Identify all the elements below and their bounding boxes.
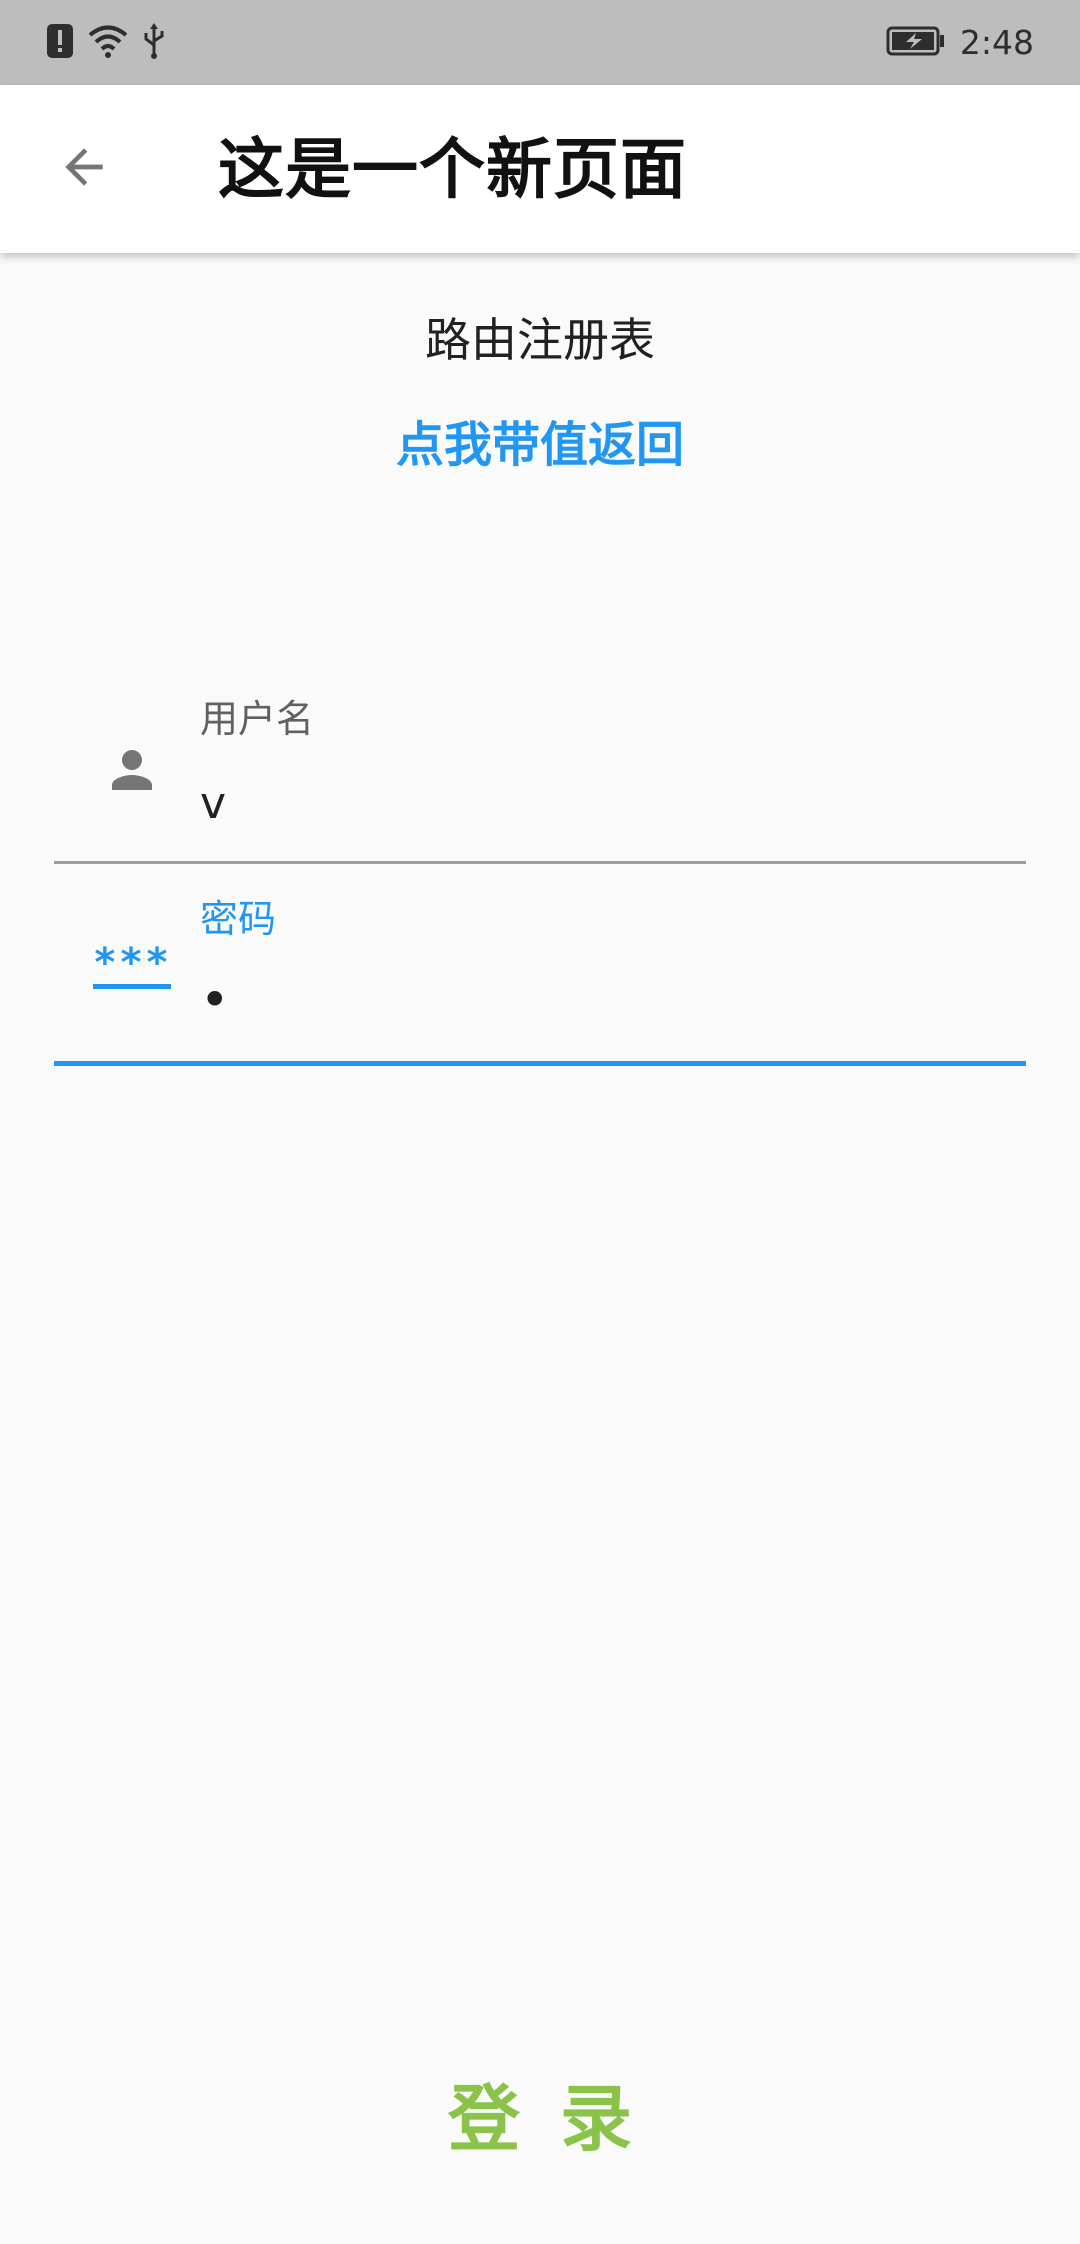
- return-with-value-button[interactable]: 点我带值返回: [0, 410, 1080, 480]
- login-button[interactable]: 登录: [0, 2074, 1080, 2164]
- username-input[interactable]: v: [200, 774, 226, 834]
- password-icon-text: ***: [92, 943, 172, 989]
- screen: 2:48 这是一个新页面 路由注册表 点我带值返回 用户名 v *** 密码 •…: [0, 0, 1080, 2244]
- password-field[interactable]: *** 密码 •: [54, 880, 1026, 1066]
- app-bar: 这是一个新页面: [0, 85, 1080, 253]
- battery-charging-icon: [886, 25, 946, 61]
- status-bar: 2:48: [0, 0, 1080, 85]
- status-icons-left: [46, 22, 166, 63]
- wifi-icon: [88, 24, 128, 62]
- status-icons-right: 2:48: [886, 23, 1034, 62]
- person-icon: [94, 732, 170, 808]
- usb-icon: [142, 22, 166, 63]
- arrow-back-icon: [56, 139, 112, 199]
- back-button[interactable]: [44, 129, 124, 209]
- username-field[interactable]: 用户名 v: [54, 680, 1026, 864]
- alert-icon: [46, 23, 74, 63]
- status-time: 2:48: [959, 23, 1034, 62]
- password-icon: ***: [92, 930, 172, 1006]
- password-label: 密码: [200, 897, 277, 941]
- username-label: 用户名: [200, 697, 315, 741]
- route-registry-text: 路由注册表: [425, 313, 655, 367]
- page-title: 这是一个新页面: [218, 131, 687, 208]
- password-input[interactable]: •: [200, 970, 230, 1030]
